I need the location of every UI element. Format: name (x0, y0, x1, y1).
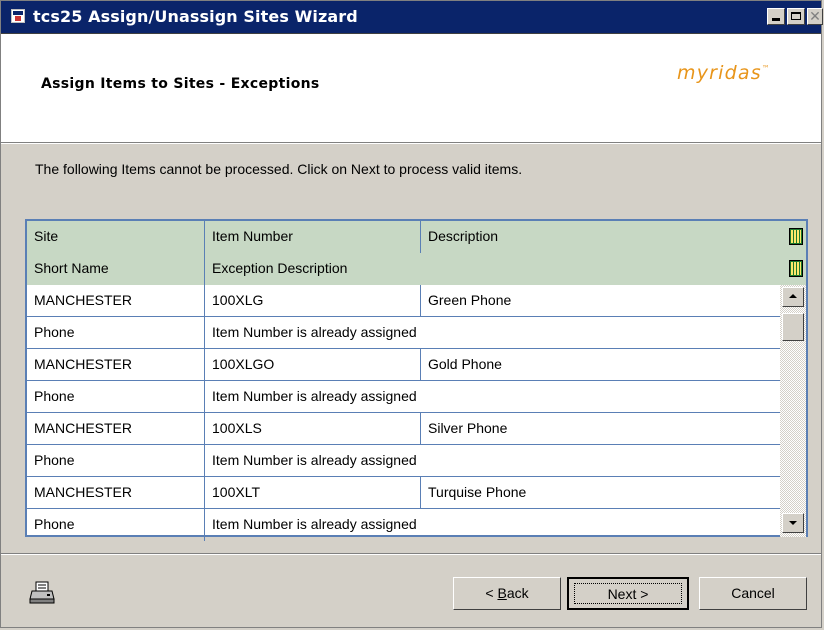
instruction-text: The following Items cannot be processed.… (35, 161, 523, 177)
description-cell: Green Phone (428, 292, 512, 308)
table-row[interactable]: Phone Item Number is already assigned (27, 317, 780, 349)
short-name-cell: Phone (27, 317, 205, 349)
column-expand-icon[interactable] (789, 228, 803, 245)
item-number-cell: 100XLGO (205, 349, 421, 381)
wizard-header: Assign Items to Sites - Exceptions myrid… (1, 33, 821, 143)
description-cell: Silver Phone (428, 420, 508, 436)
back-button[interactable]: < Back (453, 577, 561, 610)
site-cell: MANCHESTER (27, 477, 205, 509)
close-button: ✕ (807, 8, 823, 25)
vertical-scrollbar[interactable] (780, 285, 806, 537)
short-name-cell: Phone (27, 381, 205, 413)
exception-cell: Item Number is already assigned (212, 324, 417, 340)
column-expand-icon[interactable] (789, 260, 803, 277)
item-number-cell: 100XLG (205, 285, 421, 317)
exception-cell: Item Number is already assigned (212, 452, 417, 468)
header-divider (1, 143, 821, 144)
logo-text: myridas (677, 62, 762, 84)
window-title: tcs25 Assign/Unassign Sites Wizard (33, 7, 358, 26)
back-label: ack (506, 585, 529, 601)
column-header-short-name[interactable]: Short Name (27, 253, 205, 285)
footer-divider (1, 553, 821, 555)
grid-header-row-2: Short Name Exception Description (27, 253, 806, 285)
table-row[interactable]: MANCHESTER 100XLG Green Phone (27, 285, 780, 317)
logo-trademark: ™ (761, 64, 772, 73)
exception-cell: Item Number is already assigned (212, 516, 417, 532)
table-row[interactable]: Phone Item Number is already assigned (27, 509, 780, 541)
myridas-logo: myridas™ (677, 62, 771, 84)
scroll-down-button[interactable] (782, 513, 804, 533)
maximize-button[interactable] (787, 8, 805, 25)
scroll-up-button[interactable] (782, 287, 804, 307)
table-row[interactable]: Phone Item Number is already assigned (27, 381, 780, 413)
short-name-cell: Phone (27, 445, 205, 477)
exception-cell: Item Number is already assigned (212, 388, 417, 404)
exceptions-grid[interactable]: Site Item Number Description Short Name … (25, 219, 808, 541)
table-row[interactable]: Phone Item Number is already assigned (27, 445, 780, 477)
grid-header-row-1: Site Item Number Description (27, 221, 806, 253)
cancel-button[interactable]: Cancel (699, 577, 807, 610)
item-number-cell: 100XLS (205, 413, 421, 445)
column-header-exception-description[interactable]: Exception Description (205, 253, 806, 285)
table-row[interactable]: MANCHESTER 100XLT Turquise Phone (27, 477, 780, 509)
site-cell: MANCHESTER (27, 285, 205, 317)
item-number-cell: 100XLT (205, 477, 421, 509)
printer-icon[interactable] (29, 581, 55, 605)
description-cell: Turquise Phone (428, 484, 527, 500)
title-bar[interactable]: tcs25 Assign/Unassign Sites Wizard ✕ (1, 1, 823, 33)
minimize-button[interactable] (767, 8, 785, 25)
back-prefix: < (485, 585, 498, 601)
scroll-thumb[interactable] (782, 313, 804, 341)
description-cell: Gold Phone (428, 356, 502, 372)
site-cell: MANCHESTER (27, 349, 205, 381)
site-cell: MANCHESTER (27, 413, 205, 445)
table-row[interactable]: MANCHESTER 100XLS Silver Phone (27, 413, 780, 445)
column-header-site[interactable]: Site (27, 221, 205, 253)
column-header-description[interactable]: Description (421, 221, 806, 253)
back-accelerator: B (497, 585, 507, 601)
table-row[interactable]: MANCHESTER 100XLGO Gold Phone (27, 349, 780, 381)
focus-rectangle (574, 583, 682, 604)
short-name-cell: Phone (27, 509, 205, 541)
wizard-window: tcs25 Assign/Unassign Sites Wizard ✕ Ass… (0, 0, 823, 628)
app-icon[interactable] (11, 9, 25, 23)
page-title: Assign Items to Sites - Exceptions (41, 76, 320, 92)
next-button[interactable]: Next > (567, 577, 689, 610)
column-header-item-number[interactable]: Item Number (205, 221, 421, 253)
